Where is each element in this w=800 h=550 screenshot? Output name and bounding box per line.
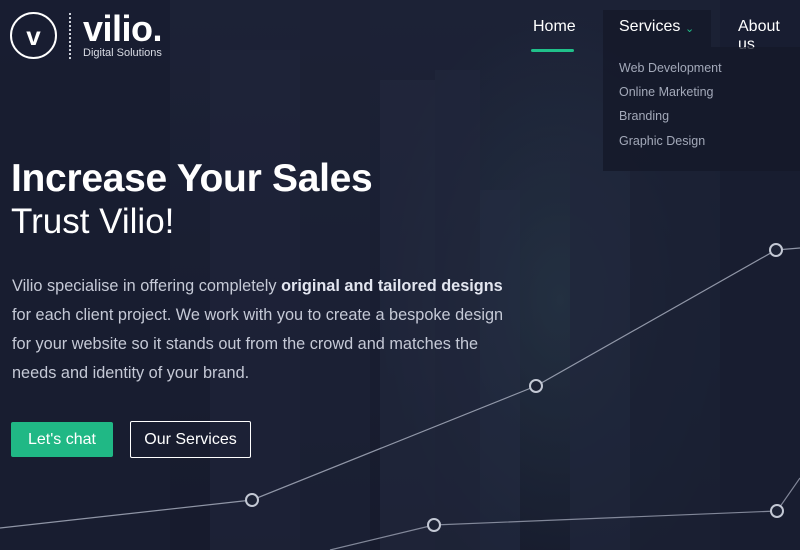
main-nav: Home Services ⌄ About us bbox=[0, 0, 800, 53]
lets-chat-button[interactable]: Let's chat bbox=[11, 422, 113, 457]
hero-subtitle: Trust Vilio! bbox=[11, 202, 175, 241]
services-dropdown: Web Development Online Marketing Brandin… bbox=[603, 47, 800, 171]
dropdown-item-branding[interactable]: Branding bbox=[619, 109, 669, 123]
hero-description-start: Vilio specialise in offering completely bbox=[12, 277, 282, 295]
hero-title: Increase Your Sales bbox=[11, 157, 373, 200]
active-nav-indicator bbox=[531, 49, 574, 52]
graph-point bbox=[529, 379, 543, 393]
nav-home[interactable]: Home bbox=[533, 18, 576, 36]
hero-description: Vilio specialise in offering completely … bbox=[12, 272, 522, 388]
hero-description-end: for each client project. We work with yo… bbox=[12, 306, 504, 382]
our-services-button[interactable]: Our Services bbox=[130, 421, 251, 458]
dropdown-item-graphic-design[interactable]: Graphic Design bbox=[619, 134, 705, 148]
graph-point bbox=[245, 493, 259, 507]
graph-point bbox=[427, 518, 441, 532]
graph-point bbox=[769, 243, 783, 257]
dropdown-item-web-development[interactable]: Web Development bbox=[619, 61, 722, 75]
hero-description-highlight: original and tailored designs bbox=[281, 277, 503, 295]
nav-services[interactable]: Services bbox=[619, 18, 680, 36]
chevron-down-icon[interactable]: ⌄ bbox=[685, 22, 694, 35]
graph-point bbox=[770, 504, 784, 518]
dropdown-item-online-marketing[interactable]: Online Marketing bbox=[619, 85, 714, 99]
